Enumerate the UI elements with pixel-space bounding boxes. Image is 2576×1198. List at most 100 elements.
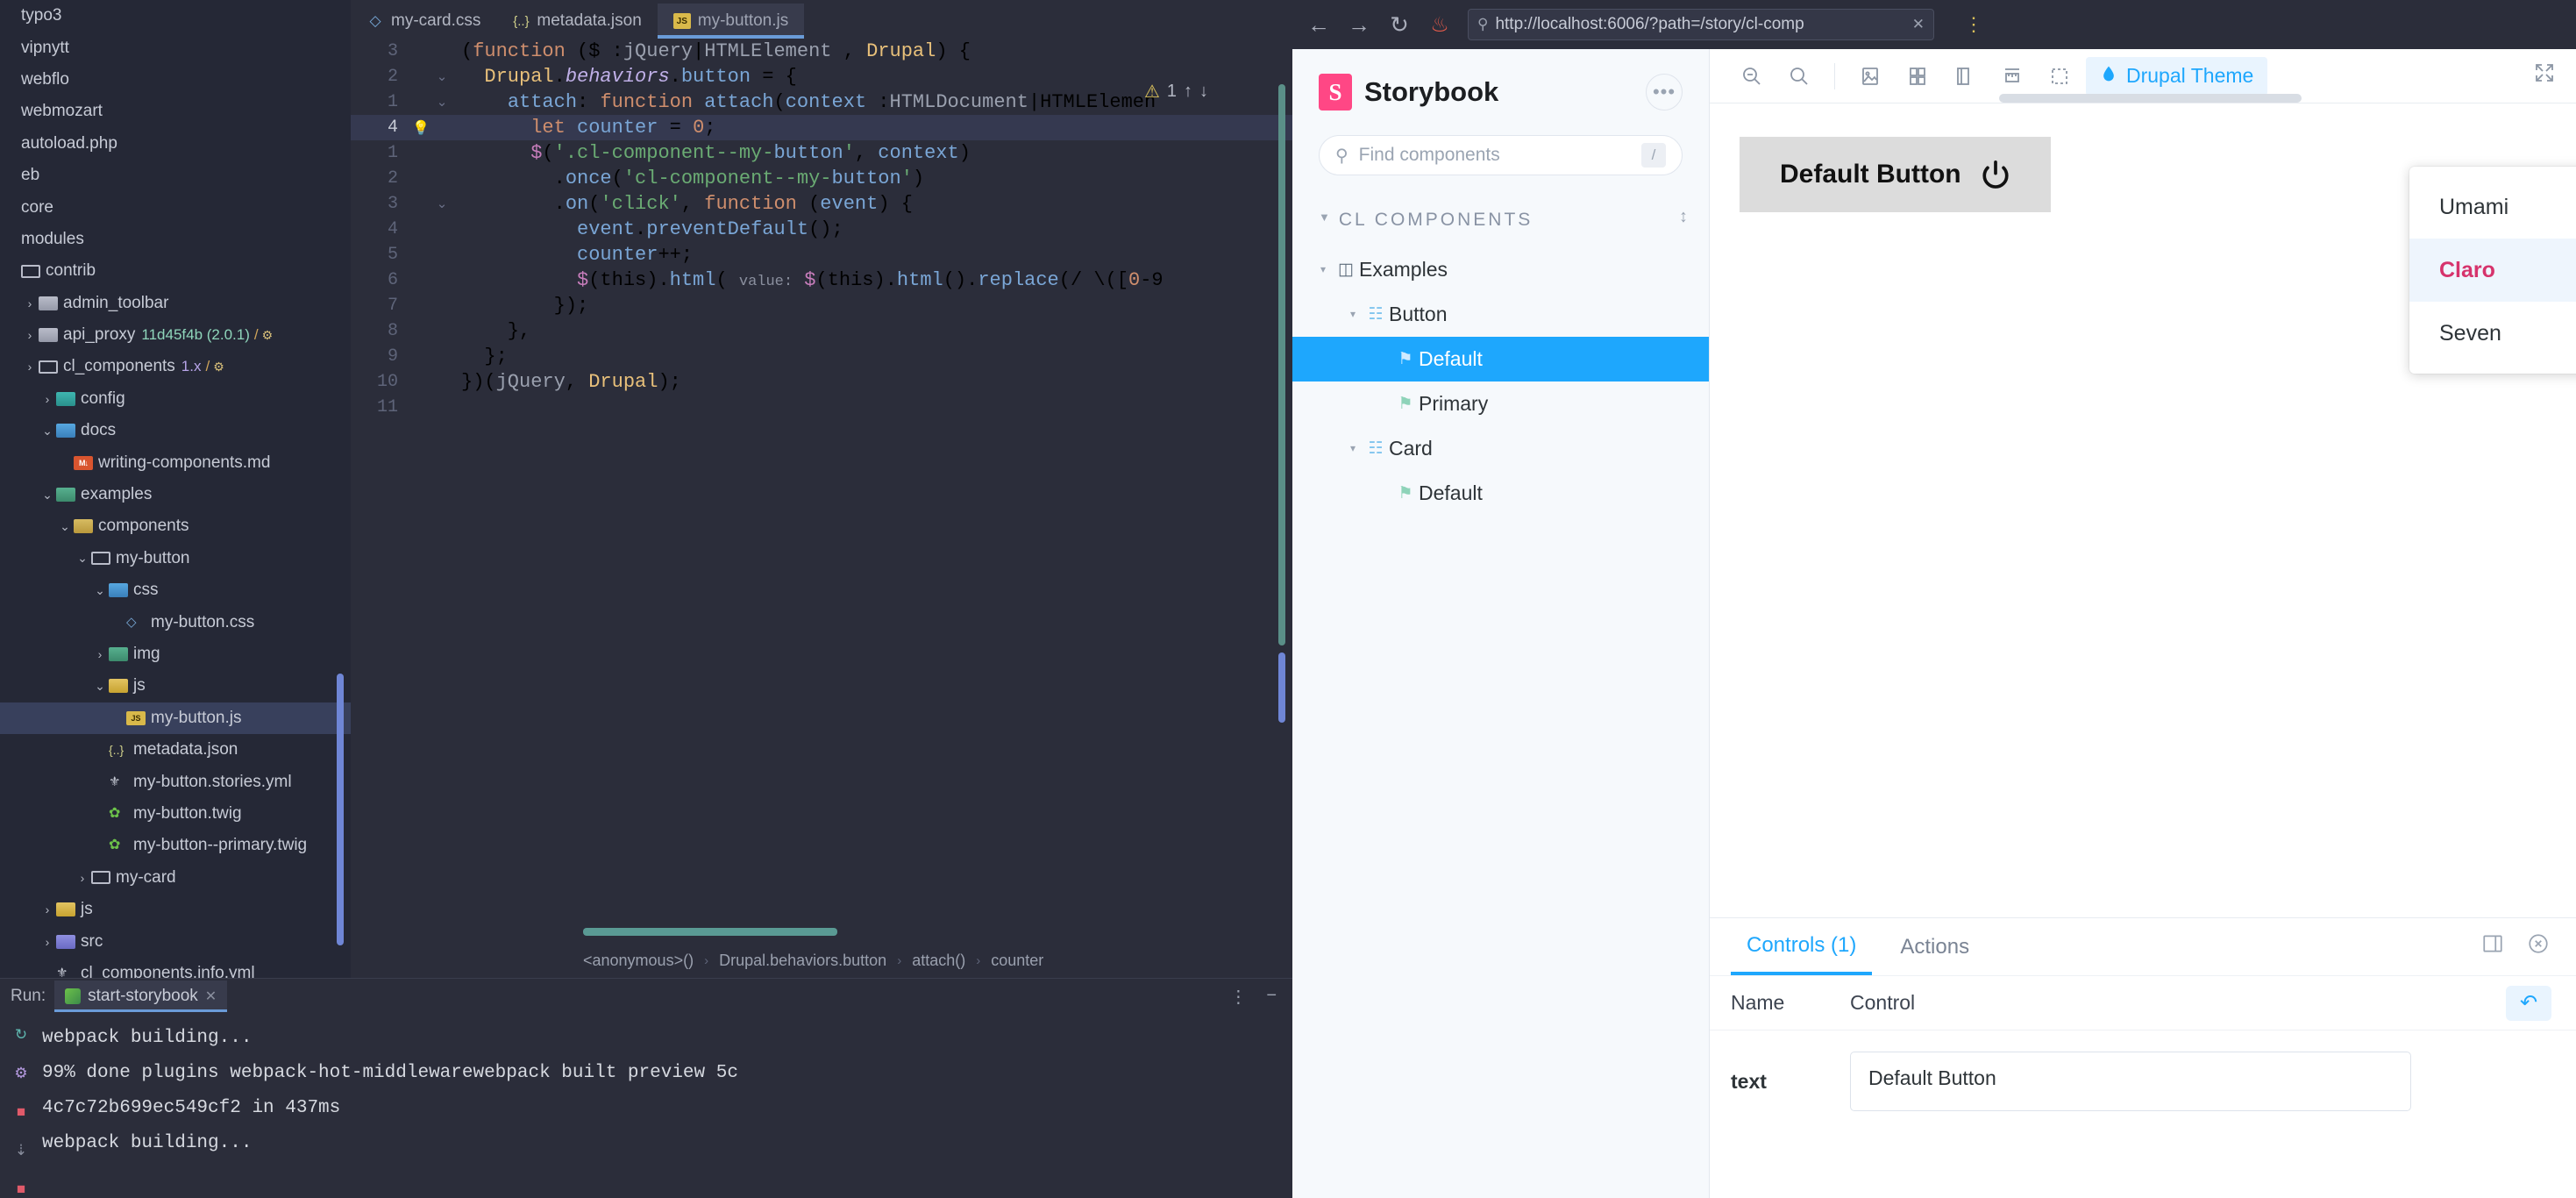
close-icon[interactable]: ✕: [1912, 16, 1925, 33]
tree-item[interactable]: ›api_proxy11d45f4b (2.0.1)/⚙: [0, 319, 351, 351]
tree-item[interactable]: ⌄my-button: [0, 543, 351, 574]
editor-horizontal-scrollbar[interactable]: [583, 928, 837, 936]
addon-tab-bar[interactable]: Controls (1)Actions: [1710, 918, 2576, 976]
editor-vertical-scrollbar-thumb[interactable]: [1278, 652, 1285, 723]
tree-twisty-icon[interactable]: ›: [74, 871, 91, 885]
fold-toggle-icon[interactable]: ⌄: [431, 68, 452, 85]
zoom-out-icon[interactable]: [1731, 57, 1773, 96]
code-line[interactable]: 2 .once('cl-component--my-button'): [351, 166, 1292, 191]
tree-scrollbar[interactable]: [337, 674, 344, 945]
reset-arrow-icon[interactable]: ↶: [2506, 986, 2551, 1021]
lightbulb-icon[interactable]: 💡: [410, 119, 431, 137]
tree-item[interactable]: ›config: [0, 383, 351, 415]
zoom-reset-icon[interactable]: [1778, 57, 1820, 96]
tree-item[interactable]: ›src: [0, 925, 351, 957]
project-tree[interactable]: typo3vipnyttwebflowebmozartautoload.phpe…: [0, 0, 351, 978]
rerun-icon[interactable]: ↻: [15, 1026, 27, 1044]
run-console[interactable]: ↻ ⚙ ■ ⇣ ■ webpack building...99% done pl…: [0, 1014, 1292, 1198]
tree-item[interactable]: ⚜my-button.stories.yml: [0, 766, 351, 797]
toolbar-horizontal-scrollbar[interactable]: [1999, 94, 2302, 103]
tree-twisty-icon[interactable]: ›: [21, 296, 39, 310]
tree-twisty-icon[interactable]: ›: [21, 328, 39, 342]
sidebar-item-button[interactable]: ▾☷Button: [1292, 292, 1709, 337]
tree-item[interactable]: contrib: [0, 255, 351, 287]
code-line[interactable]: 1 $('.cl-component--my-button', context): [351, 140, 1292, 166]
theme-option-seven[interactable]: Seven: [2409, 302, 2576, 365]
code-line[interactable]: 4💡 let counter = 0;: [351, 115, 1292, 140]
tree-twisty-icon[interactable]: ⌄: [56, 519, 74, 534]
editor-tab[interactable]: ◇my-card.css: [351, 4, 496, 39]
minimize-icon[interactable]: −: [1266, 986, 1277, 1008]
preview-default-button[interactable]: Default Button: [1740, 137, 2051, 212]
code-line[interactable]: 7 });: [351, 293, 1292, 318]
theme-option-umami[interactable]: Umami: [2409, 175, 2576, 239]
chevron-down-icon[interactable]: ▼: [1319, 210, 1330, 224]
inspection-widget[interactable]: ⚠ 1 ↑ ↓: [1144, 81, 1208, 103]
code-line[interactable]: 11: [351, 395, 1292, 420]
fold-toggle-icon[interactable]: ⌄: [431, 94, 452, 111]
flame-icon[interactable]: ♨: [1427, 12, 1452, 38]
tree-item[interactable]: ⌄components: [0, 510, 351, 542]
tab-actions[interactable]: Actions: [1884, 919, 1985, 975]
back-arrow-icon[interactable]: ←: [1306, 11, 1331, 39]
tree-item[interactable]: JSmy-button.js: [0, 702, 351, 734]
tree-twisty-icon[interactable]: ›: [21, 360, 39, 374]
stop-icon-2[interactable]: ■: [17, 1180, 25, 1198]
viewport-icon[interactable]: [2039, 57, 2081, 96]
fullscreen-icon[interactable]: [2534, 62, 2555, 89]
tree-item[interactable]: ⌄css: [0, 574, 351, 606]
sidebar-item-default[interactable]: ⚑Default: [1292, 471, 1709, 516]
run-configuration-tab[interactable]: start-storybook ✕: [54, 981, 227, 1012]
code-line[interactable]: 3(function ($ :jQuery|HTMLElement , Drup…: [351, 39, 1292, 64]
tree-item[interactable]: ›js: [0, 894, 351, 925]
prev-problem-icon[interactable]: ↑: [1184, 82, 1192, 102]
tree-item[interactable]: ⚜cl_components.info.yml: [0, 958, 351, 978]
chevron-down-icon[interactable]: ▾: [1343, 442, 1363, 454]
sidebar-item-default[interactable]: ⚑Default: [1292, 337, 1709, 382]
breadcrumb-item[interactable]: attach(): [912, 952, 965, 970]
chevron-down-icon[interactable]: ▾: [1343, 308, 1363, 320]
tree-item[interactable]: modules: [0, 224, 351, 255]
tree-item[interactable]: ⌄js: [0, 670, 351, 702]
tree-twisty-icon[interactable]: ›: [39, 392, 56, 406]
forward-arrow-icon[interactable]: →: [1347, 11, 1371, 39]
code-line[interactable]: 6 $(this).html( value: $(this).html().re…: [351, 267, 1292, 293]
search-input[interactable]: ⚲ Find components /: [1319, 135, 1683, 175]
close-circle-icon[interactable]: [2527, 932, 2550, 961]
tree-item[interactable]: ›img: [0, 638, 351, 670]
collapse-all-icon[interactable]: ↕: [1679, 207, 1688, 227]
tree-item[interactable]: ✿my-button.twig: [0, 798, 351, 830]
editor-tab-bar[interactable]: ◇my-card.css{..}metadata.jsonJSmy-button…: [351, 0, 1292, 39]
scroll-down-icon[interactable]: ⇣: [15, 1142, 27, 1159]
url-bar[interactable]: ⚲ http://localhost:6006/?path=/story/cl-…: [1468, 9, 1934, 40]
code-line[interactable]: 10})(jQuery, Drupal);: [351, 369, 1292, 395]
stop-icon[interactable]: ■: [17, 1103, 25, 1121]
tree-item[interactable]: {..}metadata.json: [0, 734, 351, 766]
tree-item[interactable]: ⌄docs: [0, 415, 351, 446]
tree-item[interactable]: vipnytt: [0, 32, 351, 63]
tree-item[interactable]: ⌄examples: [0, 479, 351, 510]
breadcrumb-item[interactable]: counter: [991, 952, 1043, 970]
code-line[interactable]: 3⌄ .on('click', function (event) {: [351, 191, 1292, 217]
tab-controls[interactable]: Controls (1): [1731, 919, 1872, 975]
theme-option-claro[interactable]: Claro: [2409, 239, 2576, 302]
tree-item[interactable]: M↓writing-components.md: [0, 446, 351, 478]
sidebar-item-card[interactable]: ▾☷Card: [1292, 426, 1709, 471]
tree-twisty-icon[interactable]: ›: [91, 647, 109, 661]
editor-tab[interactable]: JSmy-button.js: [658, 4, 804, 39]
tree-item[interactable]: ›cl_components1.x/⚙: [0, 351, 351, 382]
outline-icon[interactable]: [1944, 57, 1986, 96]
code-line[interactable]: 4 event.preventDefault();: [351, 217, 1292, 242]
sidebar-more-button[interactable]: •••: [1646, 74, 1683, 111]
chevron-down-icon[interactable]: ▾: [1313, 263, 1333, 275]
reload-icon[interactable]: ↻: [1387, 11, 1412, 39]
breadcrumb[interactable]: <anonymous>()›Drupal.behaviors.button›at…: [351, 943, 1292, 978]
storybook-story-tree[interactable]: ▾◫Examples▾☷Button⚑Default⚑Primary▾☷Card…: [1292, 247, 1709, 516]
tree-twisty-icon[interactable]: ⌄: [91, 679, 109, 694]
tree-item[interactable]: webflo: [0, 64, 351, 96]
settings-icon[interactable]: ⚙: [14, 1065, 27, 1082]
kebab-menu-icon[interactable]: ⋮: [1964, 13, 1983, 36]
sidebar-item-examples[interactable]: ▾◫Examples: [1292, 247, 1709, 292]
measure-icon[interactable]: [1991, 57, 2033, 96]
control-text-input[interactable]: [1850, 1052, 2411, 1111]
